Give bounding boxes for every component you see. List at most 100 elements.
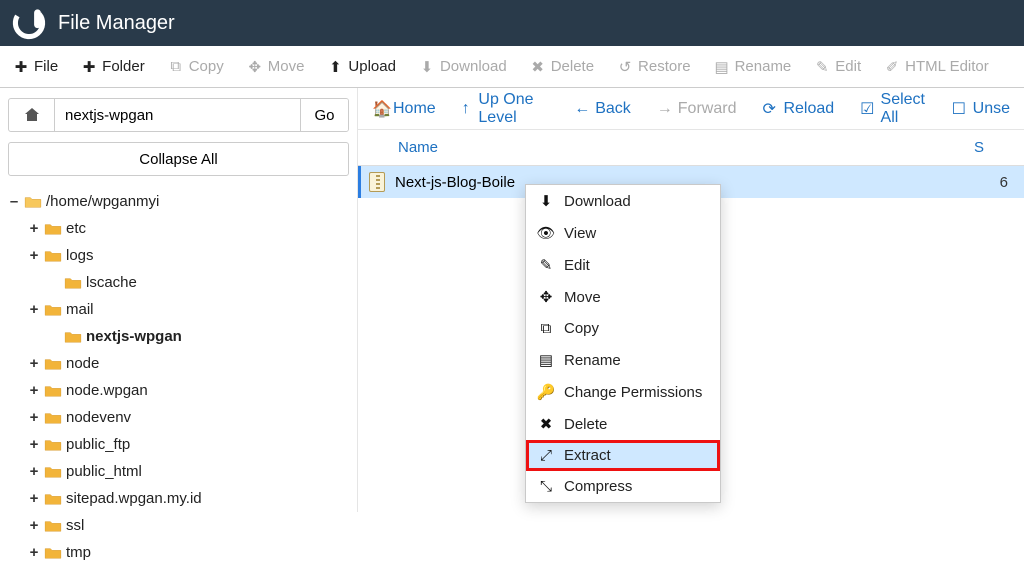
expand-icon[interactable] [48, 323, 60, 350]
col-name[interactable]: Name [398, 139, 954, 156]
go-button[interactable]: Go [300, 99, 348, 131]
copy-icon: ⧉ [538, 320, 554, 337]
expand-icon[interactable] [48, 269, 60, 296]
ctx-compress[interactable]: ⤡Compress [526, 471, 720, 502]
delete-button[interactable]: ✖Delete [523, 52, 602, 82]
col-size[interactable]: S [954, 139, 984, 156]
tree-label: sitepad.wpgan.my.id [66, 485, 202, 512]
download-icon: ⬇ [420, 58, 434, 76]
reload-icon: ⟳ [762, 99, 777, 119]
tree-item[interactable]: + node [8, 350, 349, 377]
path-bar: Go [8, 98, 349, 132]
expand-icon[interactable]: + [28, 350, 40, 377]
html-editor-button[interactable]: ✐HTML Editor [877, 52, 997, 82]
left-panel: Go Collapse All – /home/wpganmyi +etc+lo… [0, 88, 358, 512]
upload-button[interactable]: ⬆Upload [320, 52, 404, 82]
copy-button[interactable]: ⧉Copy [161, 52, 232, 81]
expand-icon[interactable]: + [28, 377, 40, 404]
edit-button[interactable]: ✎Edit [807, 52, 869, 82]
folder-icon [44, 303, 62, 317]
tree-item[interactable]: + sitepad.wpgan.my.id [8, 485, 349, 512]
move-button[interactable]: ✥Move [240, 52, 313, 82]
tree-item[interactable]: + nodevenv [8, 404, 349, 431]
tree-label: node.wpgan [66, 377, 148, 404]
tree-item[interactable]: +etc [8, 215, 349, 242]
new-file-button[interactable]: ✚File [6, 52, 66, 82]
download-button[interactable]: ⬇Download [412, 52, 515, 82]
tree-label: nodevenv [66, 404, 131, 431]
ctx-permissions[interactable]: 🔑Change Permissions [526, 376, 720, 408]
nav-unselect[interactable]: ☐Unse [952, 99, 1010, 119]
tree-item[interactable]: + mail [8, 296, 349, 323]
nav-reload[interactable]: ⟳Reload [762, 99, 834, 119]
expand-icon[interactable]: + [28, 485, 40, 512]
tree-label: tmp [66, 539, 91, 566]
expand-icon[interactable]: + [28, 431, 40, 458]
delete-icon: ✖ [531, 58, 545, 76]
home-icon [24, 107, 40, 123]
nav-home[interactable]: 🏠Home [372, 99, 436, 119]
delete-icon: ✖ [538, 415, 554, 433]
cpanel-logo [12, 6, 46, 40]
expand-icon[interactable]: + [28, 404, 40, 431]
path-input[interactable] [55, 99, 300, 131]
tree-item[interactable]: +ssl [8, 512, 349, 539]
nav-back[interactable]: ←Back [574, 100, 631, 118]
uncheck-icon: ☐ [952, 99, 967, 119]
zip-icon [369, 172, 385, 192]
restore-icon: ↺ [618, 58, 632, 76]
nav-select-all[interactable]: ☑Select All [860, 91, 925, 127]
back-icon: ← [574, 100, 589, 118]
pencil-icon: ✎ [815, 58, 829, 76]
ctx-rename[interactable]: ▤Rename [526, 344, 720, 376]
restore-button[interactable]: ↺Restore [610, 52, 699, 82]
folder-icon [44, 411, 62, 425]
tree-item[interactable]: nextjs-wpgan [8, 323, 349, 350]
tree-item[interactable]: + node.wpgan [8, 377, 349, 404]
tree-label: nextjs-wpgan [86, 323, 182, 350]
expand-icon[interactable]: + [28, 242, 40, 269]
folder-icon [44, 465, 62, 479]
ctx-delete[interactable]: ✖Delete [526, 408, 720, 440]
collapse-icon[interactable]: – [8, 188, 20, 215]
ctx-copy[interactable]: ⧉Copy [526, 313, 720, 344]
eye-icon: 👁 [538, 224, 554, 242]
ctx-edit[interactable]: ✎Edit [526, 249, 720, 281]
tree-item[interactable]: + tmp [8, 539, 349, 566]
ctx-extract[interactable]: ⤢Extract [526, 440, 720, 471]
copy-icon: ⧉ [169, 58, 183, 75]
folder-icon [64, 330, 82, 344]
tree-root[interactable]: – /home/wpganmyi [8, 188, 349, 215]
tree-item[interactable]: +logs [8, 242, 349, 269]
columns-header[interactable]: Name S [358, 130, 1024, 166]
expand-icon[interactable]: + [28, 458, 40, 485]
folder-icon [44, 249, 62, 263]
folder-icon [44, 438, 62, 452]
download-icon: ⬇ [538, 192, 554, 210]
plus-icon: ✚ [14, 58, 28, 76]
tree-item[interactable]: + public_html [8, 458, 349, 485]
tree-label: node [66, 350, 99, 377]
home-icon-button[interactable] [9, 99, 55, 131]
expand-icon[interactable]: + [28, 512, 40, 539]
tree-label: public_html [66, 458, 142, 485]
nav-up[interactable]: ↑Up One Level [462, 91, 549, 127]
tree-label: mail [66, 296, 94, 323]
tree-item[interactable]: lscache [8, 269, 349, 296]
pencil-icon: ✎ [538, 256, 554, 274]
new-folder-button[interactable]: ✚Folder [74, 52, 153, 82]
expand-icon[interactable]: + [28, 539, 40, 566]
expand-icon: ⤢ [538, 447, 554, 464]
page-icon: ▤ [538, 351, 554, 369]
context-menu: ⬇Download 👁View ✎Edit ✥Move ⧉Copy ▤Renam… [525, 184, 721, 503]
expand-icon[interactable]: + [28, 296, 40, 323]
ctx-move[interactable]: ✥Move [526, 281, 720, 313]
rename-button[interactable]: ▤Rename [707, 52, 800, 82]
key-icon: 🔑 [538, 383, 554, 401]
ctx-view[interactable]: 👁View [526, 217, 720, 249]
expand-icon[interactable]: + [28, 215, 40, 242]
ctx-download[interactable]: ⬇Download [526, 185, 720, 217]
tree-item[interactable]: +public_ftp [8, 431, 349, 458]
collapse-all-button[interactable]: Collapse All [8, 142, 349, 176]
nav-forward[interactable]: →Forward [657, 100, 737, 118]
